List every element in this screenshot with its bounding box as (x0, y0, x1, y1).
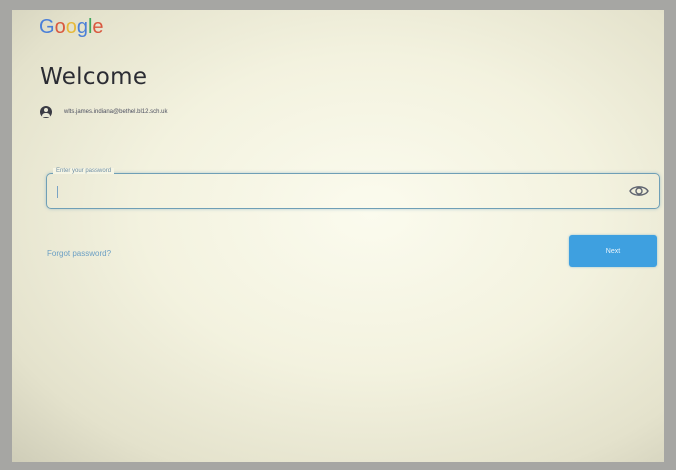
login-screen: Google Welcome wlts.james.indiana@bethel… (12, 10, 664, 462)
show-password-eye-icon[interactable] (629, 183, 649, 199)
logo-letter: G (39, 16, 55, 38)
logo-letter: g (76, 16, 88, 38)
account-circle-icon (40, 106, 52, 118)
logo-letter: o (54, 16, 66, 38)
google-logo: Google (39, 16, 104, 39)
account-email: wlts.james.indiana@bethel.bl12.sch.uk (64, 109, 168, 115)
forgot-password-link[interactable]: Forgot password? (47, 249, 111, 258)
password-field[interactable]: Enter your password (46, 168, 660, 209)
account-chip[interactable]: wlts.james.indiana@bethel.bl12.sch.uk (40, 106, 167, 118)
text-caret (57, 186, 58, 198)
device-frame: Google Welcome wlts.james.indiana@bethel… (0, 0, 676, 470)
password-input[interactable] (61, 182, 625, 202)
logo-letter: o (65, 16, 77, 38)
next-button[interactable]: Next (569, 235, 657, 267)
page-title: Welcome (40, 64, 148, 90)
password-field-label: Enter your password (53, 168, 115, 174)
logo-letter: e (92, 16, 104, 38)
